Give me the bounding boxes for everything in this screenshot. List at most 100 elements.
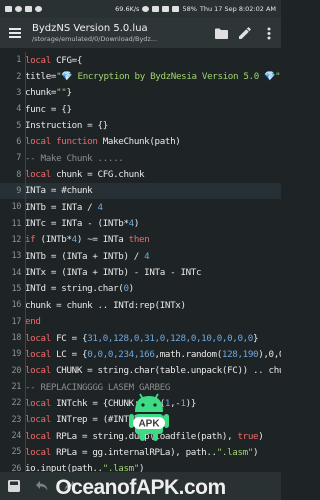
line-number: 21	[11, 382, 21, 393]
code-token: MakeChunk(path)	[102, 136, 181, 148]
line-number: 5	[16, 120, 21, 131]
code-token: FC = {	[56, 332, 88, 344]
line-number: 20	[11, 365, 21, 376]
code-text: chunk = chunk .. INTd:rep(INTx)	[24, 300, 186, 311]
line-number: 15	[11, 283, 21, 294]
line-number: 13	[11, 251, 21, 262]
title-block: BydzNS Version 5.0.lua /storage/emulated…	[30, 23, 209, 43]
code-token: 31,0,128,0,31,0,128,0,10,0,0,0,0	[87, 332, 253, 344]
wifi-icon	[152, 6, 160, 12]
line-number: 23	[11, 414, 21, 425]
code-line[interactable]: 13 INTb = (INTa + INTb) / 4	[0, 248, 281, 264]
code-text: INTx = (INTa + INTb) - INTa - INTc	[24, 267, 202, 279]
battery-icon	[172, 6, 180, 12]
line-number: 16	[11, 300, 21, 311]
code-token: CFG={	[56, 54, 83, 66]
code-token: ,-	[170, 397, 181, 409]
code-line[interactable]: 12 if (INTb*4) ~= INTa then	[0, 232, 281, 248]
more-options-icon[interactable]	[257, 18, 281, 48]
apk-logo-label: APK	[138, 419, 160, 430]
code-line[interactable]: 10 INTb = INTa / 4	[0, 199, 281, 215]
code-token: "💎 Encryption by BydzNesia Version 5.0 💎…	[56, 71, 281, 83]
code-text: if (INTb*4) ~= INTa then	[24, 234, 150, 246]
code-token: ,math.random(	[154, 348, 223, 360]
code-line[interactable]: 20 local CHUNK = string.char(table.unpack…	[0, 363, 281, 379]
code-line[interactable]: 5 Instruction = {}	[0, 117, 281, 133]
code-token: chunk = CFG.chunk	[56, 169, 145, 181]
code-token: local	[25, 169, 57, 181]
code-token: }	[66, 87, 72, 99]
code-token: local	[25, 414, 57, 426]
code-text: func = {}	[24, 104, 72, 115]
code-token: )	[139, 463, 145, 472]
code-token: then	[128, 234, 150, 246]
edit-icon[interactable]	[233, 18, 257, 48]
code-line[interactable]: 18 local FC = {31,0,128,0,31,0,128,0,10,0…	[0, 330, 281, 346]
code-text: local chunk = CFG.chunk	[24, 169, 145, 181]
code-text: INTc = INTa - (INTb*4)	[24, 218, 139, 229]
code-line[interactable]: 6 local function MakeChunk(path)	[0, 134, 281, 150]
code-token: local	[25, 332, 57, 344]
line-number: 4	[16, 104, 21, 115]
status-left	[5, 6, 42, 12]
code-token: local	[25, 348, 57, 360]
status-datetime: Thu 17 Sep 8:02:02 AM	[199, 5, 276, 13]
code-line[interactable]: 17 end	[0, 314, 281, 330]
code-token: )	[133, 218, 140, 230]
line-number: 8	[16, 169, 21, 180]
code-line[interactable]: 2 title="💎 Encryption by BydzNesia Versio…	[0, 68, 281, 84]
line-number: 10	[11, 202, 21, 213]
code-token: local	[25, 365, 57, 377]
line-number: 25	[11, 447, 21, 458]
file-path: /storage/emulated/0/Download/Bydz...	[32, 35, 158, 43]
code-line[interactable]: 19 local LC = {0,0,0,234,166,math.random(…	[0, 346, 281, 362]
code-token: chunk = chunk .. INTd:rep(INTx)	[25, 299, 186, 311]
line-number: 18	[11, 333, 21, 344]
code-token: ".lasm"	[102, 463, 140, 472]
line-number: 19	[11, 349, 21, 360]
code-text: end	[24, 316, 41, 327]
menu-icon[interactable]	[0, 18, 30, 48]
code-line[interactable]: 16 chunk = chunk .. INTd:rep(INTx)	[0, 297, 281, 313]
code-line[interactable]: 3 chunk=""}	[0, 85, 281, 101]
code-token: local	[25, 397, 57, 409]
code-line[interactable]: 26 io.input(path..".lasm")	[0, 461, 281, 472]
code-token: ""	[56, 87, 67, 99]
code-token: RPLa), path..	[149, 446, 217, 458]
code-line[interactable]: 14 INTx = (INTa + INTb) - INTa - INTc	[0, 264, 281, 280]
code-token: local function	[25, 136, 103, 148]
code-line[interactable]: 1 local CFG={	[0, 52, 281, 68]
code-line[interactable]: 15 INTd = string.char(0)	[0, 281, 281, 297]
code-text: local CFG={	[24, 55, 82, 66]
android-apk-logo: APK	[129, 393, 169, 441]
code-token: local	[25, 54, 57, 66]
code-token: )	[128, 283, 135, 295]
code-text: io.input(path..".lasm")	[24, 463, 145, 472]
code-line[interactable]: 11 INTc = INTa - (INTb*4)	[0, 215, 281, 231]
line-number: 2	[16, 71, 21, 82]
code-token: }	[253, 332, 259, 344]
code-token: INTa = #chunk	[25, 185, 93, 197]
code-line[interactable]: 25 local RPLa = gg.internalRPLa), path.."…	[0, 444, 281, 460]
code-token: -- Make Chunk .....	[25, 152, 124, 164]
line-number: 6	[16, 136, 21, 147]
camera-icon	[35, 6, 42, 12]
code-token: end	[25, 316, 41, 328]
alarm-icon	[142, 6, 150, 12]
line-number: 3	[16, 87, 21, 98]
network-speed: 69.6K/s	[115, 5, 140, 13]
code-token: INTx = (INTa + INTb) - INTa - INTc	[25, 267, 202, 279]
signal-icon	[162, 6, 170, 12]
line-number: 1	[16, 55, 21, 66]
code-token: ) ~= INTa	[76, 234, 129, 246]
code-text: INTd = string.char(0)	[24, 283, 134, 294]
code-token: )}	[185, 397, 197, 409]
code-line[interactable]: 4 func = {}	[0, 101, 281, 117]
code-token: func = {}	[25, 103, 72, 115]
code-text: INTb = INTa / 4	[24, 202, 103, 213]
folder-icon[interactable]	[209, 18, 233, 48]
code-token: local	[25, 446, 57, 458]
code-line[interactable]: 8 local chunk = CFG.chunk	[0, 166, 281, 182]
code-line[interactable]: 7 -- Make Chunk .....	[0, 150, 281, 166]
code-line[interactable]: 9 INTa = #chunk	[0, 182, 281, 200]
